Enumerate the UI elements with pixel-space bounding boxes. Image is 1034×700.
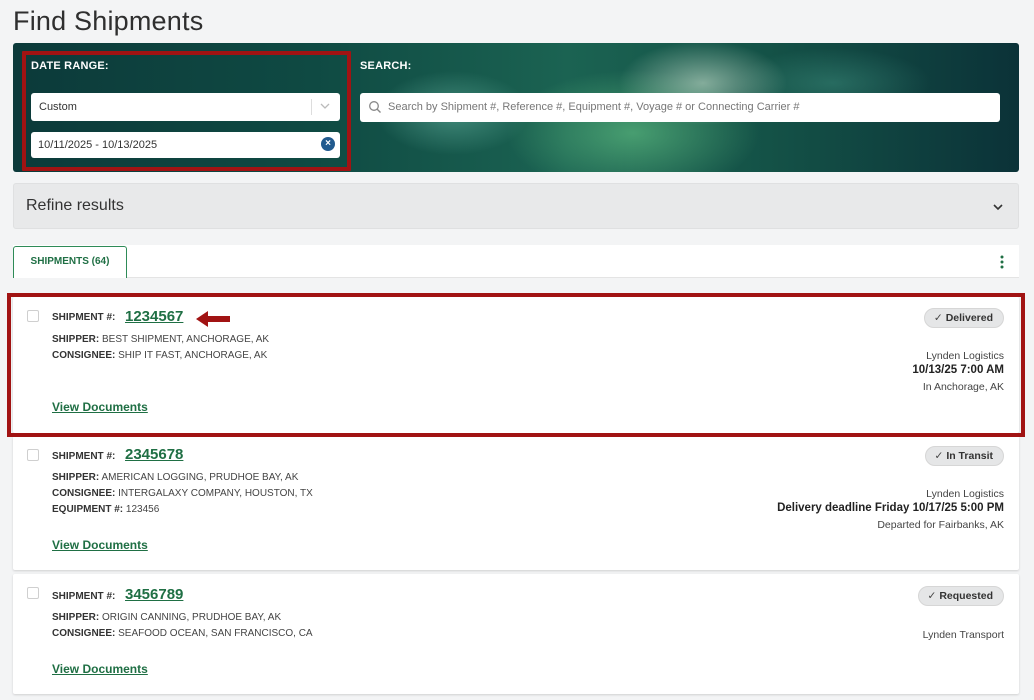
- shipment-number-label: SHIPMENT #:: [52, 451, 116, 462]
- shipment-checkbox[interactable]: [27, 449, 39, 461]
- date-range-select[interactable]: Custom: [31, 93, 340, 121]
- consignee-label: CONSIGNEE:: [52, 488, 116, 499]
- consignee-value: SEAFOOD OCEAN, SAN FRANCISCO, CA: [118, 628, 313, 639]
- consignee-label: CONSIGNEE:: [52, 628, 116, 639]
- date-range-select-value: Custom: [39, 101, 77, 113]
- page-title: Find Shipments: [13, 6, 204, 36]
- equipment-line: EQUIPMENT #: 123456: [52, 504, 159, 515]
- consignee-line: CONSIGNEE: INTERGALAXY COMPANY, HOUSTON,…: [52, 488, 313, 499]
- chevron-down-icon: [320, 103, 330, 109]
- consignee-value: INTERGALAXY COMPANY, HOUSTON, TX: [118, 488, 313, 499]
- status-badge: ✓ Requested: [917, 586, 1004, 606]
- view-documents-link[interactable]: View Documents: [52, 662, 148, 676]
- consignee-line: CONSIGNEE: SEAFOOD OCEAN, SAN FRANCISCO,…: [52, 628, 313, 639]
- status-location: Departed for Fairbanks, AK: [877, 519, 1004, 531]
- kebab-icon[interactable]: [997, 254, 1007, 270]
- search-label: SEARCH:: [360, 60, 412, 72]
- status-text: Requested: [939, 590, 993, 602]
- search-icon: [369, 101, 381, 113]
- carrier-name: Lynden Logistics: [926, 488, 1004, 500]
- search-input[interactable]: Search by Shipment #, Reference #, Equip…: [360, 93, 1000, 122]
- check-icon: ✓: [934, 450, 944, 462]
- status-datetime: Delivery deadline Friday 10/17/25 5:00 P…: [777, 502, 1004, 514]
- shipment-number-link[interactable]: 3456789: [125, 586, 183, 603]
- status-text: In Transit: [946, 450, 993, 462]
- date-range-input[interactable]: 10/11/2025 - 10/13/2025 ×: [31, 132, 340, 158]
- shipment-highlight: [7, 293, 1025, 437]
- shipment-number-link[interactable]: 2345678: [125, 446, 183, 463]
- chevron-down-icon[interactable]: [991, 200, 1005, 214]
- check-icon: ✓: [927, 590, 937, 602]
- select-divider: [311, 99, 312, 115]
- refine-results-label: Refine results: [26, 197, 124, 214]
- arrow-icon: [196, 311, 230, 327]
- shipper-line: SHIPPER: ORIGIN CANNING, PRUDHOE BAY, AK: [52, 612, 281, 623]
- shipment-checkbox[interactable]: [27, 587, 39, 599]
- shipper-value: AMERICAN LOGGING, PRUDHOE BAY, AK: [101, 472, 299, 483]
- shipper-value: ORIGIN CANNING, PRUDHOE BAY, AK: [102, 612, 282, 623]
- equipment-label: EQUIPMENT #:: [52, 504, 124, 515]
- refine-results-panel[interactable]: Refine results: [13, 183, 1019, 229]
- status-badge: ✓ In Transit: [924, 446, 1004, 466]
- clear-icon[interactable]: ×: [321, 137, 335, 151]
- carrier-name: Lynden Transport: [922, 629, 1004, 641]
- equipment-value: 123456: [125, 504, 160, 515]
- shipment-card: SHIPMENT #: 3456789 SHIPPER: ORIGIN CANN…: [13, 574, 1019, 694]
- search-placeholder: Search by Shipment #, Reference #, Equip…: [388, 101, 800, 113]
- shipper-line: SHIPPER: AMERICAN LOGGING, PRUDHOE BAY, …: [52, 472, 298, 483]
- shipment-card: SHIPMENT #: 2345678 SHIPPER: AMERICAN LO…: [13, 436, 1019, 570]
- shipper-label: SHIPPER:: [52, 612, 100, 623]
- tab-bar: SHIPMENTS (64): [13, 245, 1019, 278]
- view-documents-link[interactable]: View Documents: [52, 538, 148, 552]
- shipment-number-label: SHIPMENT #:: [52, 591, 116, 602]
- shipper-label: SHIPPER:: [52, 472, 100, 483]
- tab-shipments[interactable]: SHIPMENTS (64): [13, 246, 127, 278]
- date-range-input-value: 10/11/2025 - 10/13/2025: [38, 139, 158, 151]
